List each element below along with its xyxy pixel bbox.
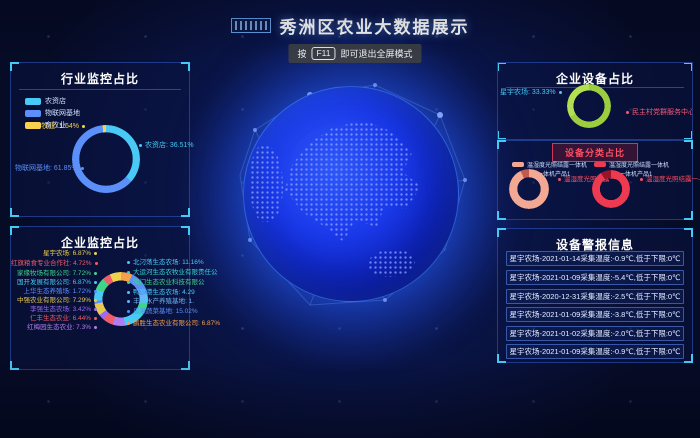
alarm-row: 星宇农场-2021-01-09采集温度:-3.8℃,低于下限:0℃: [506, 307, 684, 322]
chart-callout: 仁丰生态农业: 6.44%: [11, 315, 97, 323]
class-right-donut-chart[interactable]: [592, 170, 630, 208]
chart-callout: 民主村党群服务中心:: [626, 109, 693, 117]
alarm-row: 星宇农场-2021-01-02采集温度:-2.0℃,低于下限:0℃: [506, 326, 684, 341]
chart-callout: 李强生态农场: 3.42%: [11, 306, 97, 314]
alarm-row: 星宇农场-2020-12-31采集温度:-2.5℃,低于下限:0℃: [506, 289, 684, 304]
chart-callout: 大运河生态农牧业有限责任公: [127, 269, 218, 277]
alarm-row: 星宇农场-2021-01-14采集温度:-0.9℃,低于下限:0℃: [506, 251, 684, 266]
panel-enterprise-monitor-ratio: 企业监控占比 星宇农场: 6.87% 红旗粮食专业合作社: 4.72% 家缘牧场…: [10, 226, 190, 370]
chart-callout: 瓜果蔬菜基地: 15.02%: [127, 308, 198, 316]
fullscreen-tip: 按 F11 即可退出全屏模式: [288, 44, 421, 63]
chart-callout: 畜牧业: 1.64%: [25, 123, 85, 131]
chart-callout: 丰源水产养殖基地: 1.: [127, 298, 194, 306]
panel-title: 设备警报信息: [498, 229, 692, 253]
legend-label: 温湿度光照结露一体机: [527, 160, 587, 169]
panel-enterprise-device-ratio: 企业设备占比 星宇农场: 33.33% 民主村党群服务中心:: [497, 62, 693, 140]
chart-callout: 北汈荡生态农场: 11.16%: [127, 259, 204, 267]
chart-callout: 红旗粮食专业合作社: 4.72%: [11, 260, 97, 268]
legend-swatch: [512, 162, 524, 167]
industry-donut-chart[interactable]: [72, 125, 140, 193]
chart-callout: 星宇农场: 33.33%: [500, 89, 560, 97]
chart-callout: 星宇农场: 6.87%: [11, 250, 97, 258]
chart-callout: 红梅园生态农业: 7.3%: [11, 324, 97, 332]
chart-callout: 国开发展有限公司: 6.87%: [11, 279, 97, 287]
legend-label: 温湿度光照结露一体机: [609, 160, 669, 169]
chart-callout: 中强农业有限公司: 7.29%: [11, 297, 97, 305]
legend-item[interactable]: 温湿度光照结露一体机: [512, 160, 587, 169]
chart-callout: 家缘牧场有限公司: 7.72%: [11, 270, 97, 278]
chart-callout: 农资店: 36.51%: [139, 142, 194, 150]
globe-dots-decoration: [250, 145, 282, 222]
panel-title: 行业监控占比: [11, 63, 189, 87]
chart-callout: 鹏胜生态农业有限公司: 6.87%: [127, 320, 220, 328]
globe-dots-decoration: [368, 250, 415, 278]
chart-callout: 陶门生态农业科技有限公: [127, 279, 205, 287]
legend-swatch: [25, 98, 41, 105]
panel-device-class-ratio: 设备分类占比 温湿度光照结露一体机 一体机产品1 温湿度光照结露一— 温湿度光照…: [497, 140, 693, 220]
chart-callout: 上华生态养殖场: 1.72%: [11, 288, 97, 296]
legend-swatch: [594, 162, 606, 167]
legend-swatch: [25, 110, 41, 117]
globe: [243, 86, 459, 302]
legend-item[interactable]: 温湿度光照结露一体机: [594, 160, 669, 169]
panel-title: 企业监控占比: [11, 227, 189, 251]
title-divider: [19, 89, 181, 90]
f11-key-badge: F11: [311, 47, 335, 60]
device-donut-chart[interactable]: [567, 84, 611, 128]
chart-callout: 温湿度光照结露一—: [640, 176, 700, 184]
tip-suffix: 即可退出全屏模式: [341, 47, 413, 60]
brand-logo: [231, 18, 271, 33]
panel-device-alarm-info: 设备警报信息 星宇农场-2021-01-14采集温度:-0.9℃,低于下限:0℃…: [497, 228, 693, 363]
panel-title: 企业设备占比: [498, 63, 692, 87]
legend-label: 物联网基地: [45, 108, 80, 118]
chart-callout: 物联网基地: 61.85%: [15, 165, 73, 173]
legend-item[interactable]: 农资店: [25, 96, 66, 106]
legend-label: 农资店: [45, 96, 66, 106]
chart-callout: 鸭窝港生态农场: 4.29: [127, 289, 195, 297]
class-left-donut-chart[interactable]: [509, 169, 549, 209]
alarm-row: 星宇农场-2021-01-09采集温度:-0.9℃,低于下限:0℃: [506, 344, 684, 359]
page-title: 秀洲区农业大数据展示: [280, 13, 470, 38]
panel-industry-monitor-ratio: 行业监控占比 农资店 物联网基地 畜牧业 畜牧业: 1.64% 农资店: 36.…: [10, 62, 190, 217]
alarm-row: 星宇农场-2021-01-09采集温度:-5.4℃,低于下限:0℃: [506, 270, 684, 285]
page-header: 秀洲区农业大数据展示: [0, 13, 700, 38]
legend-item[interactable]: 物联网基地: [25, 108, 80, 118]
globe-dots-decoration: [259, 102, 443, 286]
tip-prefix: 按: [297, 47, 306, 60]
